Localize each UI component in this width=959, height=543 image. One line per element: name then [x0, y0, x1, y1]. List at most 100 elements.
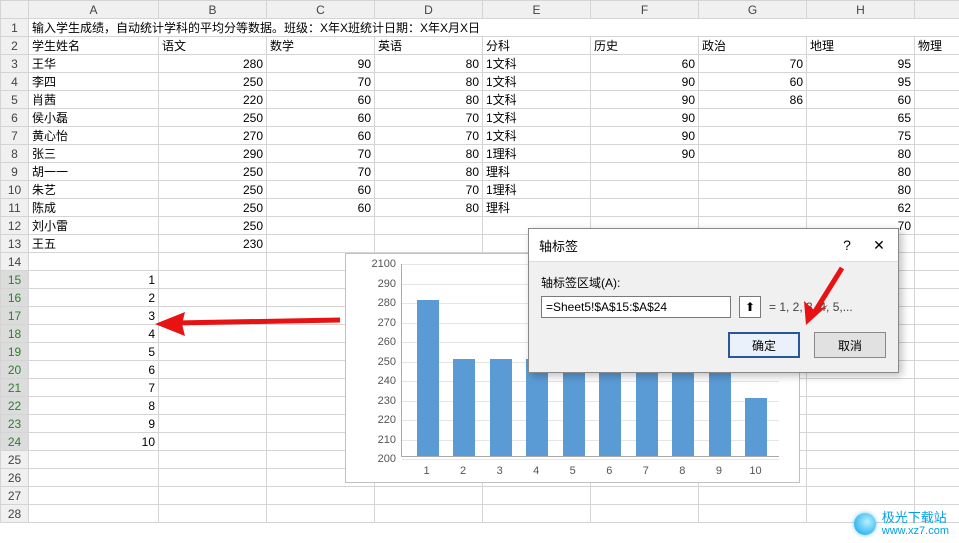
cell[interactable]	[807, 433, 915, 451]
cell[interactable]: 1文科	[483, 55, 591, 73]
cell[interactable]: 70	[915, 127, 959, 145]
col-header[interactable]: I	[915, 1, 959, 19]
cell[interactable]	[699, 181, 807, 199]
row-header[interactable]: 9	[1, 163, 29, 181]
cell[interactable]: 83	[915, 109, 959, 127]
cell[interactable]	[915, 397, 959, 415]
cell[interactable]: 1文科	[483, 109, 591, 127]
row-header[interactable]: 8	[1, 145, 29, 163]
cell[interactable]: 语文	[159, 37, 267, 55]
cell[interactable]: 80	[375, 163, 483, 181]
col-header[interactable]: D	[375, 1, 483, 19]
col-header[interactable]: C	[267, 1, 375, 19]
cell[interactable]	[591, 199, 699, 217]
row-header[interactable]: 3	[1, 55, 29, 73]
cell[interactable]	[159, 451, 267, 469]
cell[interactable]	[915, 487, 959, 505]
cell[interactable]	[591, 487, 699, 505]
cell[interactable]: 7	[29, 379, 159, 397]
cell[interactable]: 60	[915, 73, 959, 91]
cell[interactable]: 1文科	[483, 91, 591, 109]
row-header[interactable]: 5	[1, 91, 29, 109]
cell[interactable]: 李四	[29, 73, 159, 91]
cell[interactable]	[915, 289, 959, 307]
cell[interactable]: 地理	[807, 37, 915, 55]
cell[interactable]: 80	[375, 145, 483, 163]
cell[interactable]	[29, 469, 159, 487]
col-header[interactable]: H	[807, 1, 915, 19]
cell[interactable]: 250	[159, 181, 267, 199]
cell[interactable]: 70	[375, 181, 483, 199]
cell[interactable]: 60	[267, 199, 375, 217]
cell[interactable]: 70	[267, 73, 375, 91]
cell[interactable]: 10	[29, 433, 159, 451]
row-header[interactable]: 17	[1, 307, 29, 325]
cell[interactable]: 胡一一	[29, 163, 159, 181]
cell[interactable]: 64	[915, 217, 959, 235]
cell[interactable]	[29, 253, 159, 271]
cell[interactable]	[267, 235, 375, 253]
cell[interactable]: 80	[807, 181, 915, 199]
cell[interactable]	[699, 127, 807, 145]
cell[interactable]	[159, 289, 267, 307]
cell[interactable]	[699, 487, 807, 505]
row-header[interactable]: 22	[1, 397, 29, 415]
row-header[interactable]: 27	[1, 487, 29, 505]
cell[interactable]	[159, 307, 267, 325]
cell[interactable]	[159, 343, 267, 361]
row-header[interactable]: 18	[1, 325, 29, 343]
cell[interactable]	[915, 271, 959, 289]
cell[interactable]: 92	[915, 181, 959, 199]
cell[interactable]: 60	[267, 181, 375, 199]
cell[interactable]: 学生姓名	[29, 37, 159, 55]
cell[interactable]	[915, 415, 959, 433]
cell[interactable]	[159, 361, 267, 379]
cell[interactable]	[375, 487, 483, 505]
cell[interactable]: 8	[29, 397, 159, 415]
row-header[interactable]: 26	[1, 469, 29, 487]
cell[interactable]: 80	[375, 91, 483, 109]
cell[interactable]	[591, 505, 699, 523]
col-header[interactable]: F	[591, 1, 699, 19]
row-header[interactable]: 19	[1, 343, 29, 361]
cell[interactable]	[699, 145, 807, 163]
cell[interactable]: 80	[807, 163, 915, 181]
cell[interactable]: 230	[159, 235, 267, 253]
row-header[interactable]: 16	[1, 289, 29, 307]
cell[interactable]: 65	[807, 109, 915, 127]
cell[interactable]: 6	[29, 361, 159, 379]
cell[interactable]: 270	[159, 127, 267, 145]
cell[interactable]: 56	[915, 55, 959, 73]
row-header[interactable]: 23	[1, 415, 29, 433]
row-header[interactable]: 25	[1, 451, 29, 469]
col-header-row[interactable]: A B C D E F G H I	[1, 1, 959, 19]
cell[interactable]: 90	[591, 109, 699, 127]
cell[interactable]: 220	[159, 91, 267, 109]
cell[interactable]: 80	[375, 199, 483, 217]
cell[interactable]	[159, 433, 267, 451]
row-header[interactable]: 1	[1, 19, 29, 37]
row-header[interactable]: 10	[1, 181, 29, 199]
cell[interactable]: 250	[159, 163, 267, 181]
cell[interactable]	[699, 163, 807, 181]
cell[interactable]: 60	[699, 73, 807, 91]
col-header[interactable]: A	[29, 1, 159, 19]
chart-bar[interactable]	[563, 359, 585, 457]
cell[interactable]	[159, 487, 267, 505]
row-header[interactable]: 13	[1, 235, 29, 253]
cell[interactable]: 黄心怡	[29, 127, 159, 145]
col-header[interactable]: E	[483, 1, 591, 19]
cell[interactable]: 60	[267, 127, 375, 145]
cell[interactable]: 60	[915, 145, 959, 163]
cell[interactable]	[807, 469, 915, 487]
cell[interactable]	[915, 451, 959, 469]
cell[interactable]: 95	[807, 55, 915, 73]
cell[interactable]	[591, 163, 699, 181]
cell[interactable]	[591, 181, 699, 199]
cell[interactable]: 理科	[483, 163, 591, 181]
help-button[interactable]: ?	[834, 235, 860, 255]
cell[interactable]	[29, 505, 159, 523]
cell[interactable]: 250	[159, 217, 267, 235]
row-header[interactable]: 15	[1, 271, 29, 289]
cell[interactable]: 90	[591, 91, 699, 109]
